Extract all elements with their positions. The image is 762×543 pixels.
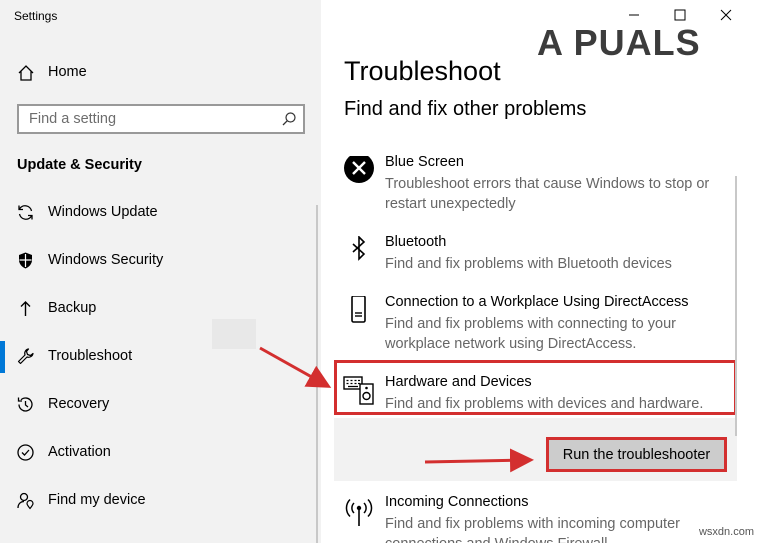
home-nav-item[interactable]: Home xyxy=(0,56,321,90)
sidebar-item-activation[interactable]: Activation xyxy=(0,429,321,477)
home-icon xyxy=(17,64,35,82)
history-icon xyxy=(16,395,35,414)
window-title: Settings xyxy=(14,9,58,23)
sidebar-item-label: Windows Security xyxy=(48,252,164,268)
active-indicator xyxy=(0,341,5,373)
close-button[interactable] xyxy=(704,0,750,32)
sidebar-item-recovery[interactable]: Recovery xyxy=(0,381,321,429)
troubleshooter-name: Bluetooth xyxy=(385,234,447,250)
nav-list: Windows Update Windows Security Backup T… xyxy=(0,189,321,525)
wrench-icon xyxy=(16,347,35,366)
backup-arrow-icon xyxy=(16,299,35,318)
sidebar-item-label: Recovery xyxy=(48,396,110,412)
source-watermark: wsxdn.com xyxy=(698,526,754,538)
search-input[interactable]: Find a setting xyxy=(17,104,305,134)
search-icon[interactable] xyxy=(281,111,297,127)
tooltip-ghost xyxy=(212,319,256,349)
sidebar: Settings Home Find a setting Update & Se… xyxy=(0,0,321,543)
troubleshooter-name: Blue Screen xyxy=(385,154,464,170)
sidebar-item-label: Troubleshoot xyxy=(48,348,133,364)
run-troubleshooter-button[interactable]: Run the troubleshooter xyxy=(546,437,727,472)
main-pane: A PUALS Troubleshoot Find and fix other … xyxy=(321,0,762,543)
x-circle-icon xyxy=(343,153,375,188)
sidebar-scrollbar[interactable] xyxy=(316,205,318,543)
page-subtitle: Find and fix other problems xyxy=(344,98,587,120)
person-location-icon xyxy=(16,491,35,510)
bluetooth-icon xyxy=(343,235,375,268)
check-circle-icon xyxy=(16,443,35,462)
hardware-highlight-box xyxy=(334,360,737,415)
troubleshooter-name: Incoming Connections xyxy=(385,494,529,510)
phone-device-icon xyxy=(343,295,375,328)
section-title: Update & Security xyxy=(17,157,142,173)
sidebar-item-windows-security[interactable]: Windows Security xyxy=(0,237,321,285)
shield-icon xyxy=(16,251,35,270)
sidebar-item-label: Activation xyxy=(48,444,111,460)
troubleshooter-description: Find and fix problems with Bluetooth dev… xyxy=(385,256,672,272)
troubleshooter-description: Find and fix problems with connecting to… xyxy=(385,316,676,352)
watermark-logo: A PUALS xyxy=(537,22,701,63)
sidebar-item-label: Windows Update xyxy=(48,204,158,220)
sidebar-item-backup[interactable]: Backup xyxy=(0,285,321,333)
sidebar-item-label: Find my device xyxy=(48,492,146,508)
run-troubleshooter-row: Run the troubleshooter xyxy=(334,418,737,481)
antenna-icon xyxy=(343,496,375,528)
troubleshooter-description: Find and fix problems with incoming comp… xyxy=(385,516,680,543)
main-scrollbar[interactable] xyxy=(735,176,737,436)
sidebar-item-find-my-device[interactable]: Find my device xyxy=(0,477,321,525)
page-title: Troubleshoot xyxy=(344,56,501,86)
troubleshooter-name: Connection to a Workplace Using DirectAc… xyxy=(385,294,689,310)
sidebar-item-label: Backup xyxy=(48,300,97,316)
troubleshooter-description: Troubleshoot errors that cause Windows t… xyxy=(385,176,710,212)
home-label: Home xyxy=(48,64,87,80)
settings-window: Settings Home Find a setting Update & Se… xyxy=(0,0,762,543)
sidebar-item-windows-update[interactable]: Windows Update xyxy=(0,189,321,237)
sidebar-item-troubleshoot[interactable]: Troubleshoot xyxy=(0,333,321,381)
refresh-icon xyxy=(16,203,35,222)
search-placeholder: Find a setting xyxy=(29,111,117,127)
